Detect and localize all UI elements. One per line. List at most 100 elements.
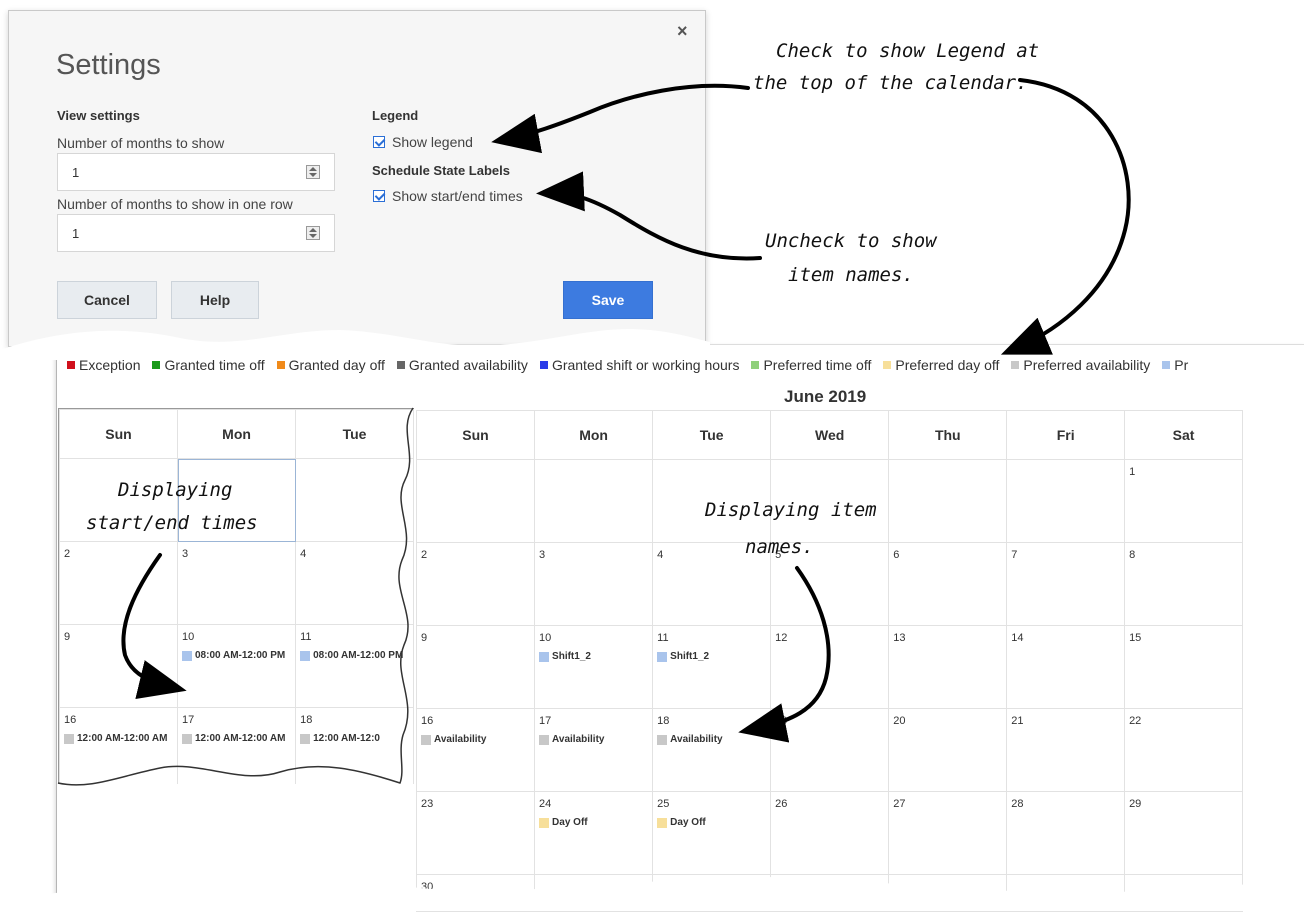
day-cell[interactable]: 25 Day Off xyxy=(652,791,772,875)
day-cell[interactable]: 10 Shift1_2 xyxy=(534,625,654,709)
day-cell[interactable]: 26 xyxy=(770,791,890,875)
legend-note-line1: Check to show Legend at xyxy=(776,40,1040,62)
day-cell[interactable]: 9 xyxy=(415,625,536,709)
day-cell[interactable]: 8 xyxy=(1124,542,1243,626)
legend-swatch-icon xyxy=(1011,361,1020,369)
day-cell[interactable]: 14 xyxy=(1006,625,1126,709)
schedule-item[interactable]: Shift1_2 xyxy=(539,651,591,662)
day-cell[interactable]: 9 xyxy=(59,624,178,708)
times-note-line2: start/end times xyxy=(86,512,258,534)
item-color-icon xyxy=(421,734,431,745)
day-cell[interactable]: 3 xyxy=(534,542,654,626)
legend-item: Preferred availability xyxy=(1011,357,1150,373)
day-cell[interactable]: 21 xyxy=(1006,708,1126,792)
schedule-item[interactable]: 12:00 AM-12:00 AM xyxy=(182,733,285,744)
schedule-item[interactable]: Day Off xyxy=(539,817,588,828)
schedule-item[interactable]: Availability xyxy=(539,734,604,745)
day-cell[interactable] xyxy=(888,874,1008,912)
times-note-line1: Displaying xyxy=(118,479,233,501)
day-cell[interactable]: 24 Day Off xyxy=(534,791,654,875)
day-cell[interactable]: 4 xyxy=(295,541,414,625)
day-cell[interactable]: 18 12:00 AM-12:0 xyxy=(295,707,414,784)
day-cell[interactable] xyxy=(1124,874,1243,912)
day-cell[interactable]: 16 Availability xyxy=(415,708,536,792)
spinner-arrows-icon[interactable] xyxy=(306,165,320,179)
day-cell[interactable]: 22 xyxy=(1124,708,1243,792)
day-number: 8 xyxy=(1129,549,1136,561)
day-cell[interactable] xyxy=(888,459,1008,543)
month-title: June 2019 xyxy=(784,387,867,406)
day-cell[interactable]: 3 xyxy=(176,541,297,625)
day-cell[interactable]: 30 xyxy=(415,874,536,912)
day-cell[interactable]: 2 xyxy=(59,541,178,625)
day-cell[interactable] xyxy=(1006,874,1126,912)
day-cell[interactable]: 29 xyxy=(1124,791,1243,875)
day-cell[interactable]: 17 12:00 AM-12:00 AM xyxy=(176,707,297,784)
schedule-item[interactable]: Day Off xyxy=(657,817,706,828)
day-cell[interactable]: 16 12:00 AM-12:00 AM xyxy=(59,707,178,784)
months-stepper[interactable]: 1 xyxy=(57,153,335,191)
day-cell[interactable]: 11 Shift1_2 xyxy=(652,625,772,709)
day-cell[interactable]: 11 08:00 AM-12:00 PM xyxy=(295,624,414,708)
day-number: 4 xyxy=(300,548,307,560)
schedule-item[interactable]: 08:00 AM-12:00 PM xyxy=(182,650,285,661)
schedule-item[interactable]: 12:00 AM-12:00 AM xyxy=(64,733,167,744)
day-number: 29 xyxy=(1129,798,1142,810)
day-cell[interactable]: 27 xyxy=(888,791,1008,875)
day-cell[interactable]: 7 xyxy=(1006,542,1126,626)
months-row-label: Number of months to show in one row xyxy=(57,196,293,212)
day-number: 19 xyxy=(775,715,788,727)
day-cell[interactable]: 1 xyxy=(1124,459,1243,543)
day-number: 21 xyxy=(1011,715,1024,727)
day-cell[interactable] xyxy=(770,874,890,912)
week-row: 9 10 Shift1_2 11 Shift1_2 12 13 14 15 xyxy=(415,625,1243,709)
close-icon[interactable]: × xyxy=(677,21,688,42)
day-cell[interactable]: 10 08:00 AM-12:00 PM xyxy=(176,624,297,708)
day-cell[interactable]: 12 xyxy=(770,625,890,709)
weekday-header: Fri xyxy=(1006,410,1126,460)
weekday-header: Mon xyxy=(176,409,297,459)
checkbox-checked-icon[interactable] xyxy=(373,136,385,148)
legend-swatch-icon xyxy=(883,361,892,369)
show-legend-checkbox[interactable]: Show legend xyxy=(373,134,473,150)
day-cell[interactable]: 2 xyxy=(415,542,536,626)
checkbox-checked-icon[interactable] xyxy=(373,190,385,202)
show-times-checkbox[interactable]: Show start/end times xyxy=(373,188,523,204)
schedule-item[interactable]: 12:00 AM-12:0 xyxy=(300,733,380,744)
day-number: 3 xyxy=(182,548,189,560)
day-cell[interactable] xyxy=(415,459,536,543)
legend-label: Preferred day off xyxy=(895,357,1000,373)
day-cell[interactable]: 28 xyxy=(1006,791,1126,875)
cancel-button[interactable]: Cancel xyxy=(57,281,157,319)
day-cell[interactable] xyxy=(534,459,654,543)
schedule-item[interactable]: Availability xyxy=(657,734,723,745)
day-cell[interactable] xyxy=(652,874,772,912)
names-note-line1: Uncheck to show xyxy=(765,230,937,252)
legend-item: Preferred day off xyxy=(883,357,999,373)
day-number: 22 xyxy=(1129,715,1142,727)
day-cell[interactable]: 6 xyxy=(888,542,1008,626)
day-cell[interactable]: 17 Availability xyxy=(534,708,654,792)
months-row-stepper[interactable]: 1 xyxy=(57,214,335,252)
day-number: 1 xyxy=(1129,466,1136,478)
weekday-header: Tue xyxy=(652,410,772,460)
schedule-item[interactable]: 08:00 AM-12:00 PM xyxy=(300,650,403,661)
schedule-item[interactable]: Availability xyxy=(421,734,486,745)
day-cell[interactable] xyxy=(1006,459,1126,543)
day-cell[interactable]: 15 xyxy=(1124,625,1243,709)
schedule-item[interactable]: Shift1_2 xyxy=(657,651,709,662)
day-cell[interactable]: 19 xyxy=(770,708,890,792)
day-cell[interactable]: 18 Availability xyxy=(652,708,772,792)
day-number: 15 xyxy=(1129,632,1142,644)
day-cell[interactable]: 13 xyxy=(888,625,1008,709)
save-button[interactable]: Save xyxy=(563,281,653,319)
day-cell[interactable] xyxy=(295,458,414,542)
item-label: 12:00 AM-12:00 AM xyxy=(195,733,286,744)
item-color-icon xyxy=(657,651,668,662)
day-cell[interactable]: 20 xyxy=(888,708,1008,792)
day-cell[interactable] xyxy=(534,874,654,912)
day-cell[interactable]: 23 xyxy=(415,791,536,875)
help-button[interactable]: Help xyxy=(171,281,259,319)
legend-item: Granted shift or working hours xyxy=(539,357,739,373)
spinner-arrows-icon[interactable] xyxy=(306,226,320,240)
